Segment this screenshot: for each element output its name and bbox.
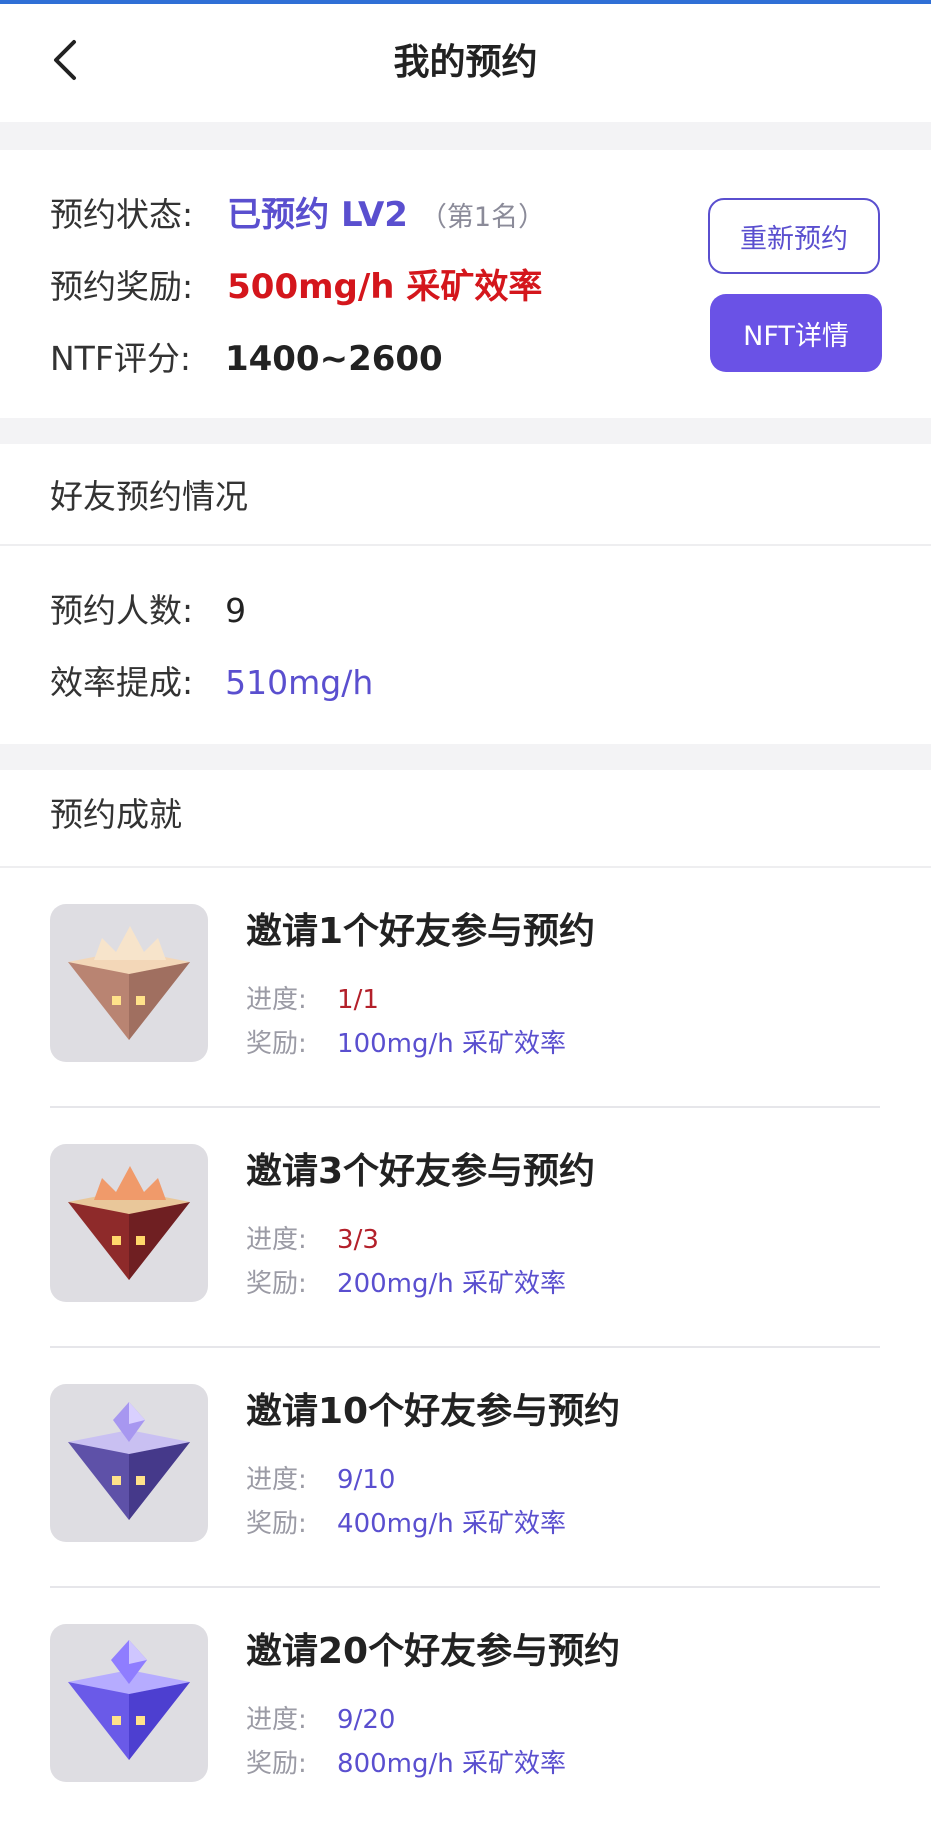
achievement-thumbnail — [50, 904, 208, 1062]
reward-row: 预约奖励: 500mg/h 采矿效率 — [50, 262, 542, 312]
achievement-title: 邀请20个好友参与预约 — [246, 1631, 621, 1672]
reward-label: 奖励: — [246, 1509, 307, 1539]
nav-bar: 我的预约 — [0, 4, 931, 122]
achievements-card: 预约成就 邀请1个好友参与预约 进度: 1/1 奖励: 100mg/h 采矿效率 — [0, 770, 931, 1832]
achievement-thumbnail — [50, 1384, 208, 1542]
reward-value: 200mg/h 采矿效率 — [337, 1269, 566, 1299]
reward-label: 奖励: — [246, 1749, 307, 1779]
reward-value: 500mg/h 采矿效率 — [227, 267, 543, 307]
reward-value: 800mg/h 采矿效率 — [337, 1749, 566, 1779]
achievement-item: 邀请10个好友参与预约 进度: 9/10 奖励: 400mg/h 采矿效率 — [50, 1348, 880, 1588]
crown-pyramid-tan-icon — [68, 926, 190, 1040]
reward-label: 预约奖励: — [50, 267, 194, 306]
commission-label: 效率提成: — [50, 663, 194, 702]
reservation-card: 预约状态: 已预约 LV2 （第1名） 预约奖励: 500mg/h 采矿效率 N… — [0, 150, 931, 418]
achievement-item: 邀请1个好友参与预约 进度: 1/1 奖励: 100mg/h 采矿效率 — [50, 868, 880, 1108]
reward-value: 100mg/h 采矿效率 — [337, 1029, 566, 1059]
score-row: NTF评分: 1400~2600 — [50, 334, 443, 384]
crystal-pyramid-purple-icon — [68, 1402, 190, 1520]
achievement-reward: 奖励: 400mg/h 采矿效率 — [246, 1504, 566, 1544]
achievement-reward: 奖励: 800mg/h 采矿效率 — [246, 1744, 566, 1784]
reward-label: 奖励: — [246, 1029, 307, 1059]
status-label: 预约状态: — [50, 195, 194, 234]
achievement-progress: 进度: 1/1 — [246, 980, 379, 1020]
progress-value: 1/1 — [337, 985, 379, 1015]
achievement-reward: 奖励: 100mg/h 采矿效率 — [246, 1024, 566, 1064]
progress-value: 9/10 — [337, 1465, 396, 1495]
status-row: 预约状态: 已预约 LV2 （第1名） — [50, 190, 545, 243]
commission-row: 效率提成: 510mg/h — [50, 658, 373, 708]
progress-label: 进度: — [246, 1225, 307, 1255]
progress-value: 3/3 — [337, 1225, 379, 1255]
achievement-thumbnail — [50, 1144, 208, 1302]
progress-value: 9/20 — [337, 1705, 396, 1735]
page-title: 我的预约 — [393, 42, 538, 83]
score-value: 1400~2600 — [224, 339, 443, 379]
friend-count-value: 9 — [225, 591, 247, 630]
commission-value: 510mg/h — [225, 663, 374, 702]
achievement-item: 邀请3个好友参与预约 进度: 3/3 奖励: 200mg/h 采矿效率 — [50, 1108, 880, 1348]
status-value: 已预约 LV2 — [227, 195, 408, 235]
achievement-thumbnail — [50, 1624, 208, 1782]
reward-label: 奖励: — [246, 1269, 307, 1299]
crystal-pyramid-violet-icon — [68, 1640, 190, 1760]
achievement-title: 邀请1个好友参与预约 — [246, 911, 596, 952]
achievement-progress: 进度: 9/20 — [246, 1700, 395, 1740]
nft-detail-button[interactable]: NFT详情 — [710, 294, 882, 372]
friends-section-title: 好友预约情况 — [50, 477, 248, 516]
crown-pyramid-red-icon — [68, 1166, 190, 1280]
achievement-progress: 进度: 9/10 — [246, 1460, 395, 1500]
score-label: NTF评分: — [50, 339, 191, 378]
achievement-title: 邀请3个好友参与预约 — [246, 1151, 596, 1192]
achievement-reward: 奖励: 200mg/h 采矿效率 — [246, 1264, 566, 1304]
progress-label: 进度: — [246, 1465, 307, 1495]
friend-count-row: 预约人数: 9 — [50, 586, 246, 636]
achievement-progress: 进度: 3/3 — [246, 1220, 379, 1260]
rebook-button[interactable]: 重新预约 — [708, 198, 880, 274]
reward-value: 400mg/h 采矿效率 — [337, 1509, 566, 1539]
divider — [0, 544, 931, 546]
progress-label: 进度: — [246, 1705, 307, 1735]
achievement-title: 邀请10个好友参与预约 — [246, 1391, 621, 1432]
achievement-item: 邀请20个好友参与预约 进度: 9/20 奖励: 800mg/h 采矿效率 — [50, 1588, 880, 1828]
friends-card: 好友预约情况 预约人数: 9 效率提成: 510mg/h — [0, 444, 931, 744]
status-rank: （第1名） — [419, 202, 546, 233]
friend-count-label: 预约人数: — [50, 591, 194, 630]
achievements-section-title: 预约成就 — [50, 795, 182, 834]
progress-label: 进度: — [246, 985, 307, 1015]
